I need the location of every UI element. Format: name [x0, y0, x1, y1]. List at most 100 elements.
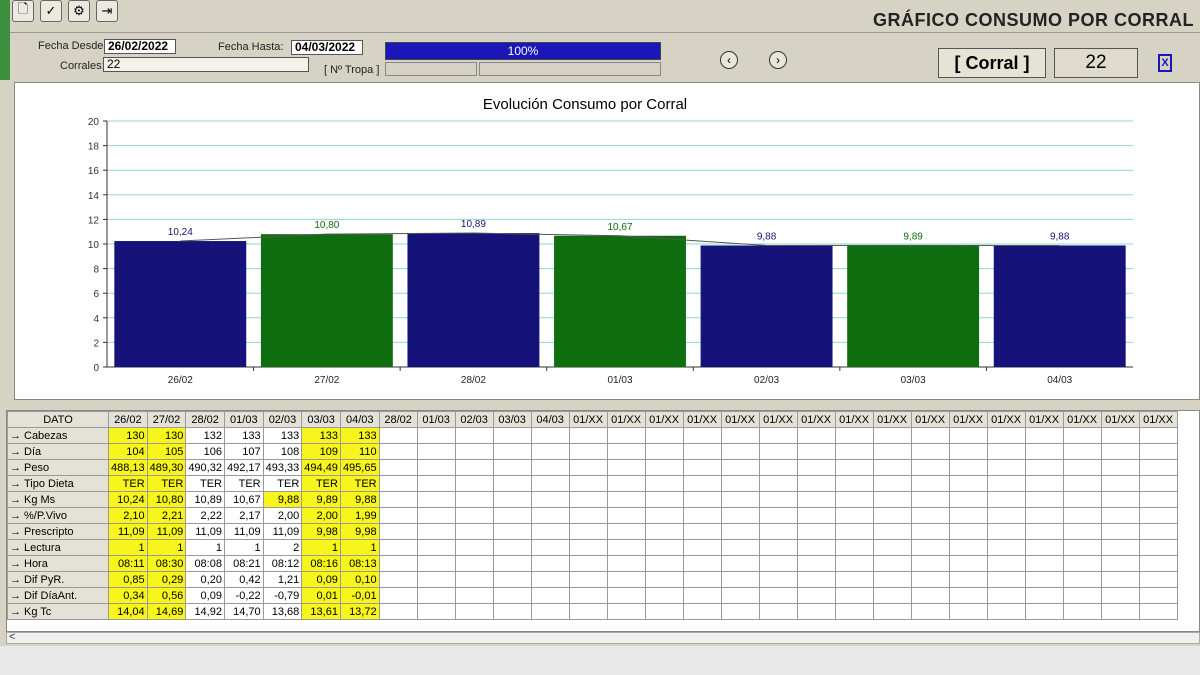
table-cell[interactable]	[378, 475, 418, 492]
table-cell[interactable]	[1024, 459, 1064, 476]
table-cell[interactable]	[1138, 587, 1178, 604]
table-cell[interactable]: 10,24	[108, 491, 148, 508]
table-cell[interactable]: 108	[262, 443, 303, 460]
table-cell[interactable]	[796, 587, 836, 604]
table-cell[interactable]	[644, 587, 684, 604]
table-cell[interactable]	[492, 587, 532, 604]
table-cell[interactable]	[1138, 555, 1178, 572]
table-cell[interactable]	[416, 491, 456, 508]
table-cell[interactable]: 9,98	[339, 523, 380, 540]
table-cell[interactable]	[644, 443, 684, 460]
table-cell[interactable]: 133	[223, 427, 264, 444]
table-cell[interactable]: 14,69	[146, 603, 187, 620]
table-cell[interactable]	[568, 523, 608, 540]
table-cell[interactable]	[1024, 555, 1064, 572]
table-cell[interactable]	[1024, 587, 1064, 604]
table-cell[interactable]	[454, 571, 494, 588]
table-cell[interactable]	[834, 523, 874, 540]
table-cell[interactable]	[758, 443, 798, 460]
table-cell[interactable]	[682, 603, 722, 620]
table-cell[interactable]: -0,22	[223, 587, 264, 604]
table-cell[interactable]	[530, 475, 570, 492]
table-cell[interactable]	[644, 507, 684, 524]
table-cell[interactable]	[796, 491, 836, 508]
table-cell[interactable]	[948, 459, 988, 476]
table-cell[interactable]	[720, 555, 760, 572]
table-cell[interactable]	[1062, 571, 1102, 588]
table-cell[interactable]	[1138, 603, 1178, 620]
table-cell[interactable]	[530, 539, 570, 556]
fecha-desde-field[interactable]: 26/02/2022	[104, 39, 176, 54]
table-cell[interactable]: 14,70	[223, 603, 264, 620]
table-cell[interactable]	[682, 507, 722, 524]
table-cell[interactable]: 105	[146, 443, 187, 460]
table-cell[interactable]	[530, 443, 570, 460]
table-cell[interactable]	[416, 507, 456, 524]
table-cell[interactable]	[910, 555, 950, 572]
table-cell[interactable]	[986, 587, 1026, 604]
table-cell[interactable]	[910, 523, 950, 540]
table-cell[interactable]	[720, 507, 760, 524]
table-cell[interactable]: 11,09	[108, 523, 148, 540]
table-cell[interactable]	[720, 571, 760, 588]
table-cell[interactable]: TER	[262, 475, 303, 492]
table-cell[interactable]: 2,00	[262, 507, 303, 524]
table-cell[interactable]: 492,17	[223, 459, 264, 476]
table-cell[interactable]	[378, 539, 418, 556]
table-cell[interactable]	[378, 523, 418, 540]
table-cell[interactable]	[644, 539, 684, 556]
table-cell[interactable]	[1138, 523, 1178, 540]
tropa-field[interactable]	[385, 62, 477, 76]
table-cell[interactable]	[1100, 443, 1140, 460]
table-cell[interactable]	[454, 443, 494, 460]
table-row[interactable]: → Kg Ms 10,24 10,80 10,89 10,67 9,88 9,89 9,88	[7, 491, 1178, 508]
table-cell[interactable]	[530, 491, 570, 508]
table-cell[interactable]	[530, 523, 570, 540]
table-cell[interactable]	[568, 507, 608, 524]
table-cell[interactable]	[948, 475, 988, 492]
table-cell[interactable]	[872, 523, 912, 540]
table-cell[interactable]: 08:12	[262, 555, 303, 572]
table-cell[interactable]	[530, 603, 570, 620]
table-row[interactable]: → Lectura 1 1 1 1 2 1 1	[7, 539, 1178, 556]
table-cell[interactable]: 2,00	[301, 507, 341, 524]
table-cell[interactable]	[416, 459, 456, 476]
gear-icon[interactable]: ⚙	[68, 0, 90, 22]
table-row[interactable]: → Día 104 105 106 107 108 109 110	[7, 443, 1178, 460]
table-cell[interactable]	[378, 555, 418, 572]
table-cell[interactable]: 494,49	[301, 459, 341, 476]
table-row[interactable]: → Tipo Dieta TER TER TER TER TER TER TER	[7, 475, 1178, 492]
table-cell[interactable]	[606, 523, 646, 540]
table-cell[interactable]	[1138, 443, 1178, 460]
table-cell[interactable]: 0,20	[185, 571, 225, 588]
table-cell[interactable]	[910, 571, 950, 588]
table-cell[interactable]	[872, 475, 912, 492]
table-cell[interactable]: TER	[185, 475, 225, 492]
table-cell[interactable]	[1024, 523, 1064, 540]
table-cell[interactable]	[682, 427, 722, 444]
table-cell[interactable]: 0,09	[185, 587, 225, 604]
table-cell[interactable]: 2,10	[108, 507, 148, 524]
scroll-left-icon[interactable]: <	[9, 631, 15, 643]
table-cell[interactable]	[758, 491, 798, 508]
table-cell[interactable]: 495,65	[339, 459, 380, 476]
table-cell[interactable]: 0,42	[223, 571, 264, 588]
table-cell[interactable]	[530, 507, 570, 524]
table-cell[interactable]	[1138, 507, 1178, 524]
table-cell[interactable]	[568, 539, 608, 556]
table-cell[interactable]: 0,01	[301, 587, 341, 604]
table-cell[interactable]	[378, 491, 418, 508]
table-cell[interactable]	[1062, 491, 1102, 508]
table-cell[interactable]	[872, 507, 912, 524]
table-cell[interactable]	[530, 555, 570, 572]
table-cell[interactable]	[834, 571, 874, 588]
table-row[interactable]: → Kg Tc 14,04 14,69 14,92 14,70 13,68 13,61 13,7…	[7, 603, 1178, 620]
table-cell[interactable]	[986, 427, 1026, 444]
table-cell[interactable]	[796, 523, 836, 540]
table-cell[interactable]: 107	[223, 443, 264, 460]
table-cell[interactable]: 110	[339, 443, 380, 460]
table-cell[interactable]	[568, 555, 608, 572]
table-cell[interactable]	[682, 491, 722, 508]
table-cell[interactable]	[948, 587, 988, 604]
table-cell[interactable]	[492, 523, 532, 540]
